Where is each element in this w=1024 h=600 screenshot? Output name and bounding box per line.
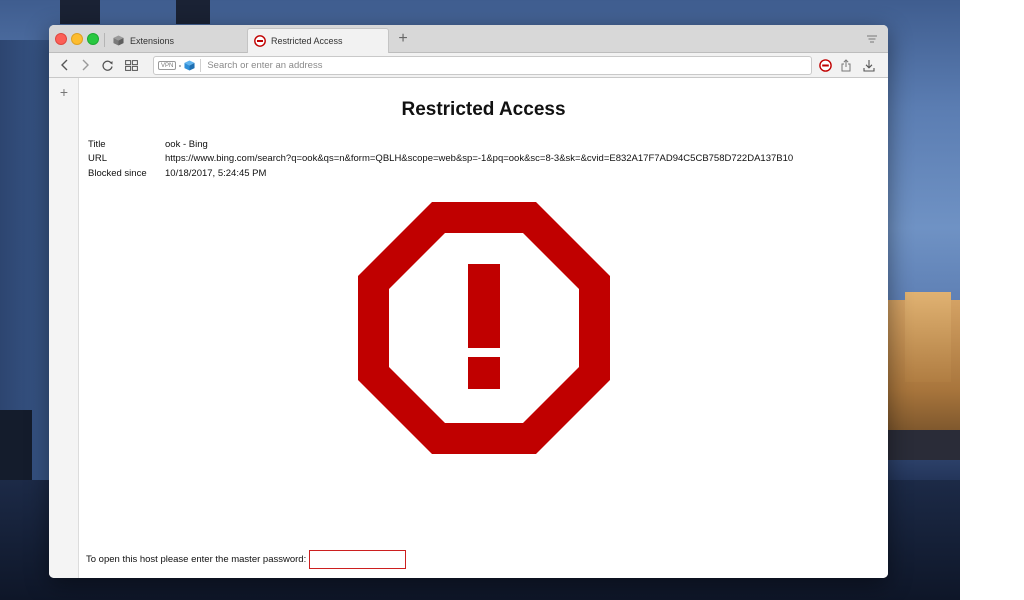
master-password-row: To open this host please enter the maste… — [86, 550, 407, 569]
tab-extensions[interactable]: Extensions — [107, 28, 247, 53]
info-value: ook - Bing — [165, 138, 208, 150]
blocked-page-info: Title ook - Bing URL https://www.bing.co… — [88, 137, 793, 181]
download-icon — [863, 59, 875, 72]
master-password-input[interactable] — [309, 550, 407, 569]
info-key: Title — [88, 138, 106, 150]
tab-list-icon[interactable] — [866, 33, 878, 45]
info-value: https://www.bing.com/search?q=ook&qs=n&f… — [165, 153, 794, 165]
tab-bar: Extensions Restricted Access + — [49, 25, 888, 53]
vpn-badge[interactable]: VPN — [158, 61, 177, 70]
page-content: Restricted Access Title ook - Bing URL h… — [79, 78, 888, 578]
zoom-window-button[interactable] — [87, 33, 99, 45]
block-icon — [818, 58, 832, 72]
downloads-button[interactable] — [861, 57, 877, 73]
chevron-left-icon — [61, 59, 68, 71]
add-panel-button[interactable]: + — [57, 84, 71, 100]
castle-base — [888, 430, 960, 460]
password-prompt: To open this host please enter the maste… — [86, 554, 307, 565]
close-window-button[interactable] — [55, 33, 67, 45]
grid-icon — [124, 59, 138, 71]
share-button[interactable] — [838, 57, 854, 73]
address-bar[interactable]: VPN — [153, 56, 812, 75]
block-icon — [254, 35, 266, 47]
browser-window: Extensions Restricted Access + VPN Searc… — [49, 25, 888, 578]
forward-button[interactable] — [77, 57, 93, 73]
cube-icon[interactable] — [184, 60, 195, 71]
info-row-url: URL https://www.bing.com/search?q=ook&qs… — [88, 152, 793, 167]
castle-tower — [905, 292, 951, 382]
dot-separator — [179, 64, 182, 67]
tab-label: Extensions — [130, 35, 175, 46]
windmill-silhouette — [176, 0, 210, 24]
windmill-silhouette — [60, 0, 100, 24]
share-icon — [841, 58, 851, 71]
back-button[interactable] — [57, 57, 73, 73]
info-key: Blocked since — [88, 167, 147, 179]
address-divider — [200, 59, 202, 72]
toolbar: VPN — [49, 53, 888, 78]
info-key: URL — [88, 153, 108, 165]
chevron-right-icon — [82, 59, 89, 71]
page-title: Restricted Access — [401, 99, 566, 120]
side-panel: + — [49, 78, 79, 578]
info-row-title: Title ook - Bing — [88, 137, 793, 152]
tab-divider — [104, 33, 105, 47]
address-input[interactable] — [207, 60, 811, 71]
reload-icon — [101, 60, 113, 71]
warning-octagon-icon — [358, 202, 610, 454]
new-tab-button[interactable]: + — [395, 30, 411, 48]
reload-button[interactable] — [99, 57, 115, 73]
tab-label: Restricted Access — [271, 36, 343, 46]
cube-icon — [113, 35, 124, 46]
minimize-window-button[interactable] — [71, 33, 83, 45]
info-row-blocked-since: Blocked since 10/18/2017, 5:24:45 PM — [88, 166, 793, 181]
tab-restricted-access[interactable]: Restricted Access — [247, 28, 389, 53]
speed-dial-button[interactable] — [123, 57, 139, 73]
blocker-extension-button[interactable] — [817, 57, 833, 73]
info-value: 10/18/2017, 5:24:45 PM — [165, 167, 267, 179]
